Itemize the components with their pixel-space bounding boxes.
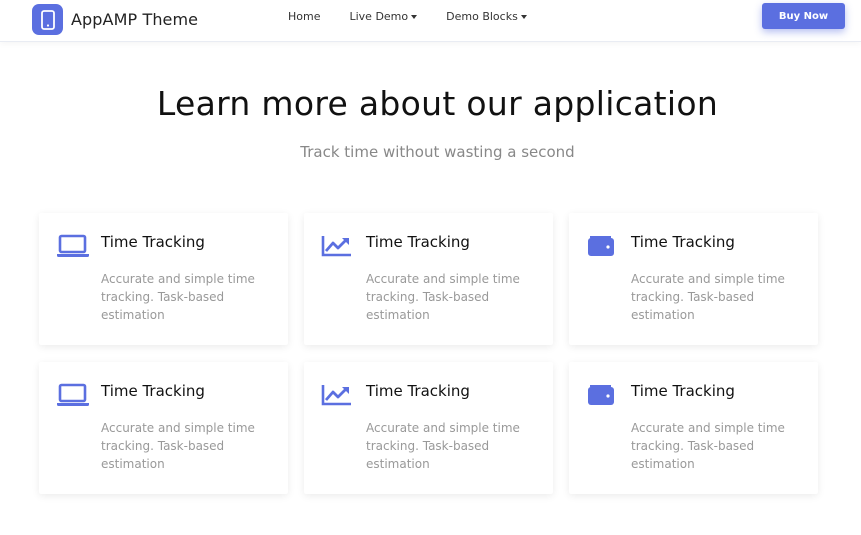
feature-card: Time Tracking Accurate and simple time t…: [569, 362, 818, 494]
feature-card: Time Tracking Accurate and simple time t…: [569, 213, 818, 345]
feature-card: Time Tracking Accurate and simple time t…: [304, 362, 553, 494]
top-navbar: AppAMP Theme Home Live Demo Demo Blocks …: [0, 0, 861, 42]
page-title: Learn more about our application: [156, 84, 719, 123]
buy-now-button[interactable]: Buy Now: [762, 3, 845, 29]
feature-title: Time Tracking: [366, 382, 470, 400]
feature-title: Time Tracking: [101, 382, 205, 400]
feature-description: Accurate and simple time tracking. Task-…: [101, 272, 255, 322]
main-nav: Home Live Demo Demo Blocks: [288, 10, 527, 23]
chart-line-icon: [321, 382, 355, 408]
feature-title: Time Tracking: [366, 233, 470, 251]
feature-card: Time Tracking Accurate and simple time t…: [39, 213, 288, 345]
page-subtitle: Track time without wasting a second: [300, 143, 575, 161]
wallet-icon: [586, 233, 620, 259]
phone-icon: [32, 4, 63, 35]
laptop-icon: [56, 382, 90, 408]
feature-description: Accurate and simple time tracking. Task-…: [101, 421, 255, 471]
feature-title: Time Tracking: [631, 382, 735, 400]
caret-down-icon: [411, 14, 418, 19]
nav-home[interactable]: Home: [288, 10, 320, 23]
feature-description: Accurate and simple time tracking. Task-…: [366, 421, 520, 471]
brand-name: AppAMP Theme: [71, 10, 199, 29]
brand[interactable]: AppAMP Theme: [32, 4, 198, 35]
nav-live-demo[interactable]: Live Demo: [349, 10, 418, 23]
feature-description: Accurate and simple time tracking. Task-…: [366, 272, 520, 322]
caret-down-icon: [520, 14, 527, 19]
feature-description: Accurate and simple time tracking. Task-…: [631, 421, 785, 471]
wallet-icon: [586, 382, 620, 408]
feature-card: Time Tracking Accurate and simple time t…: [304, 213, 553, 345]
nav-home-label: Home: [288, 10, 321, 23]
chart-line-icon: [321, 233, 355, 259]
feature-description: Accurate and simple time tracking. Task-…: [631, 272, 785, 322]
feature-title: Time Tracking: [101, 233, 205, 251]
laptop-icon: [56, 233, 90, 259]
feature-card: Time Tracking Accurate and simple time t…: [39, 362, 288, 494]
nav-demo-blocks[interactable]: Demo Blocks: [446, 10, 527, 23]
nav-demo-blocks-label: Demo Blocks: [446, 10, 518, 23]
feature-title: Time Tracking: [631, 233, 735, 251]
nav-live-demo-label: Live Demo: [349, 10, 409, 23]
